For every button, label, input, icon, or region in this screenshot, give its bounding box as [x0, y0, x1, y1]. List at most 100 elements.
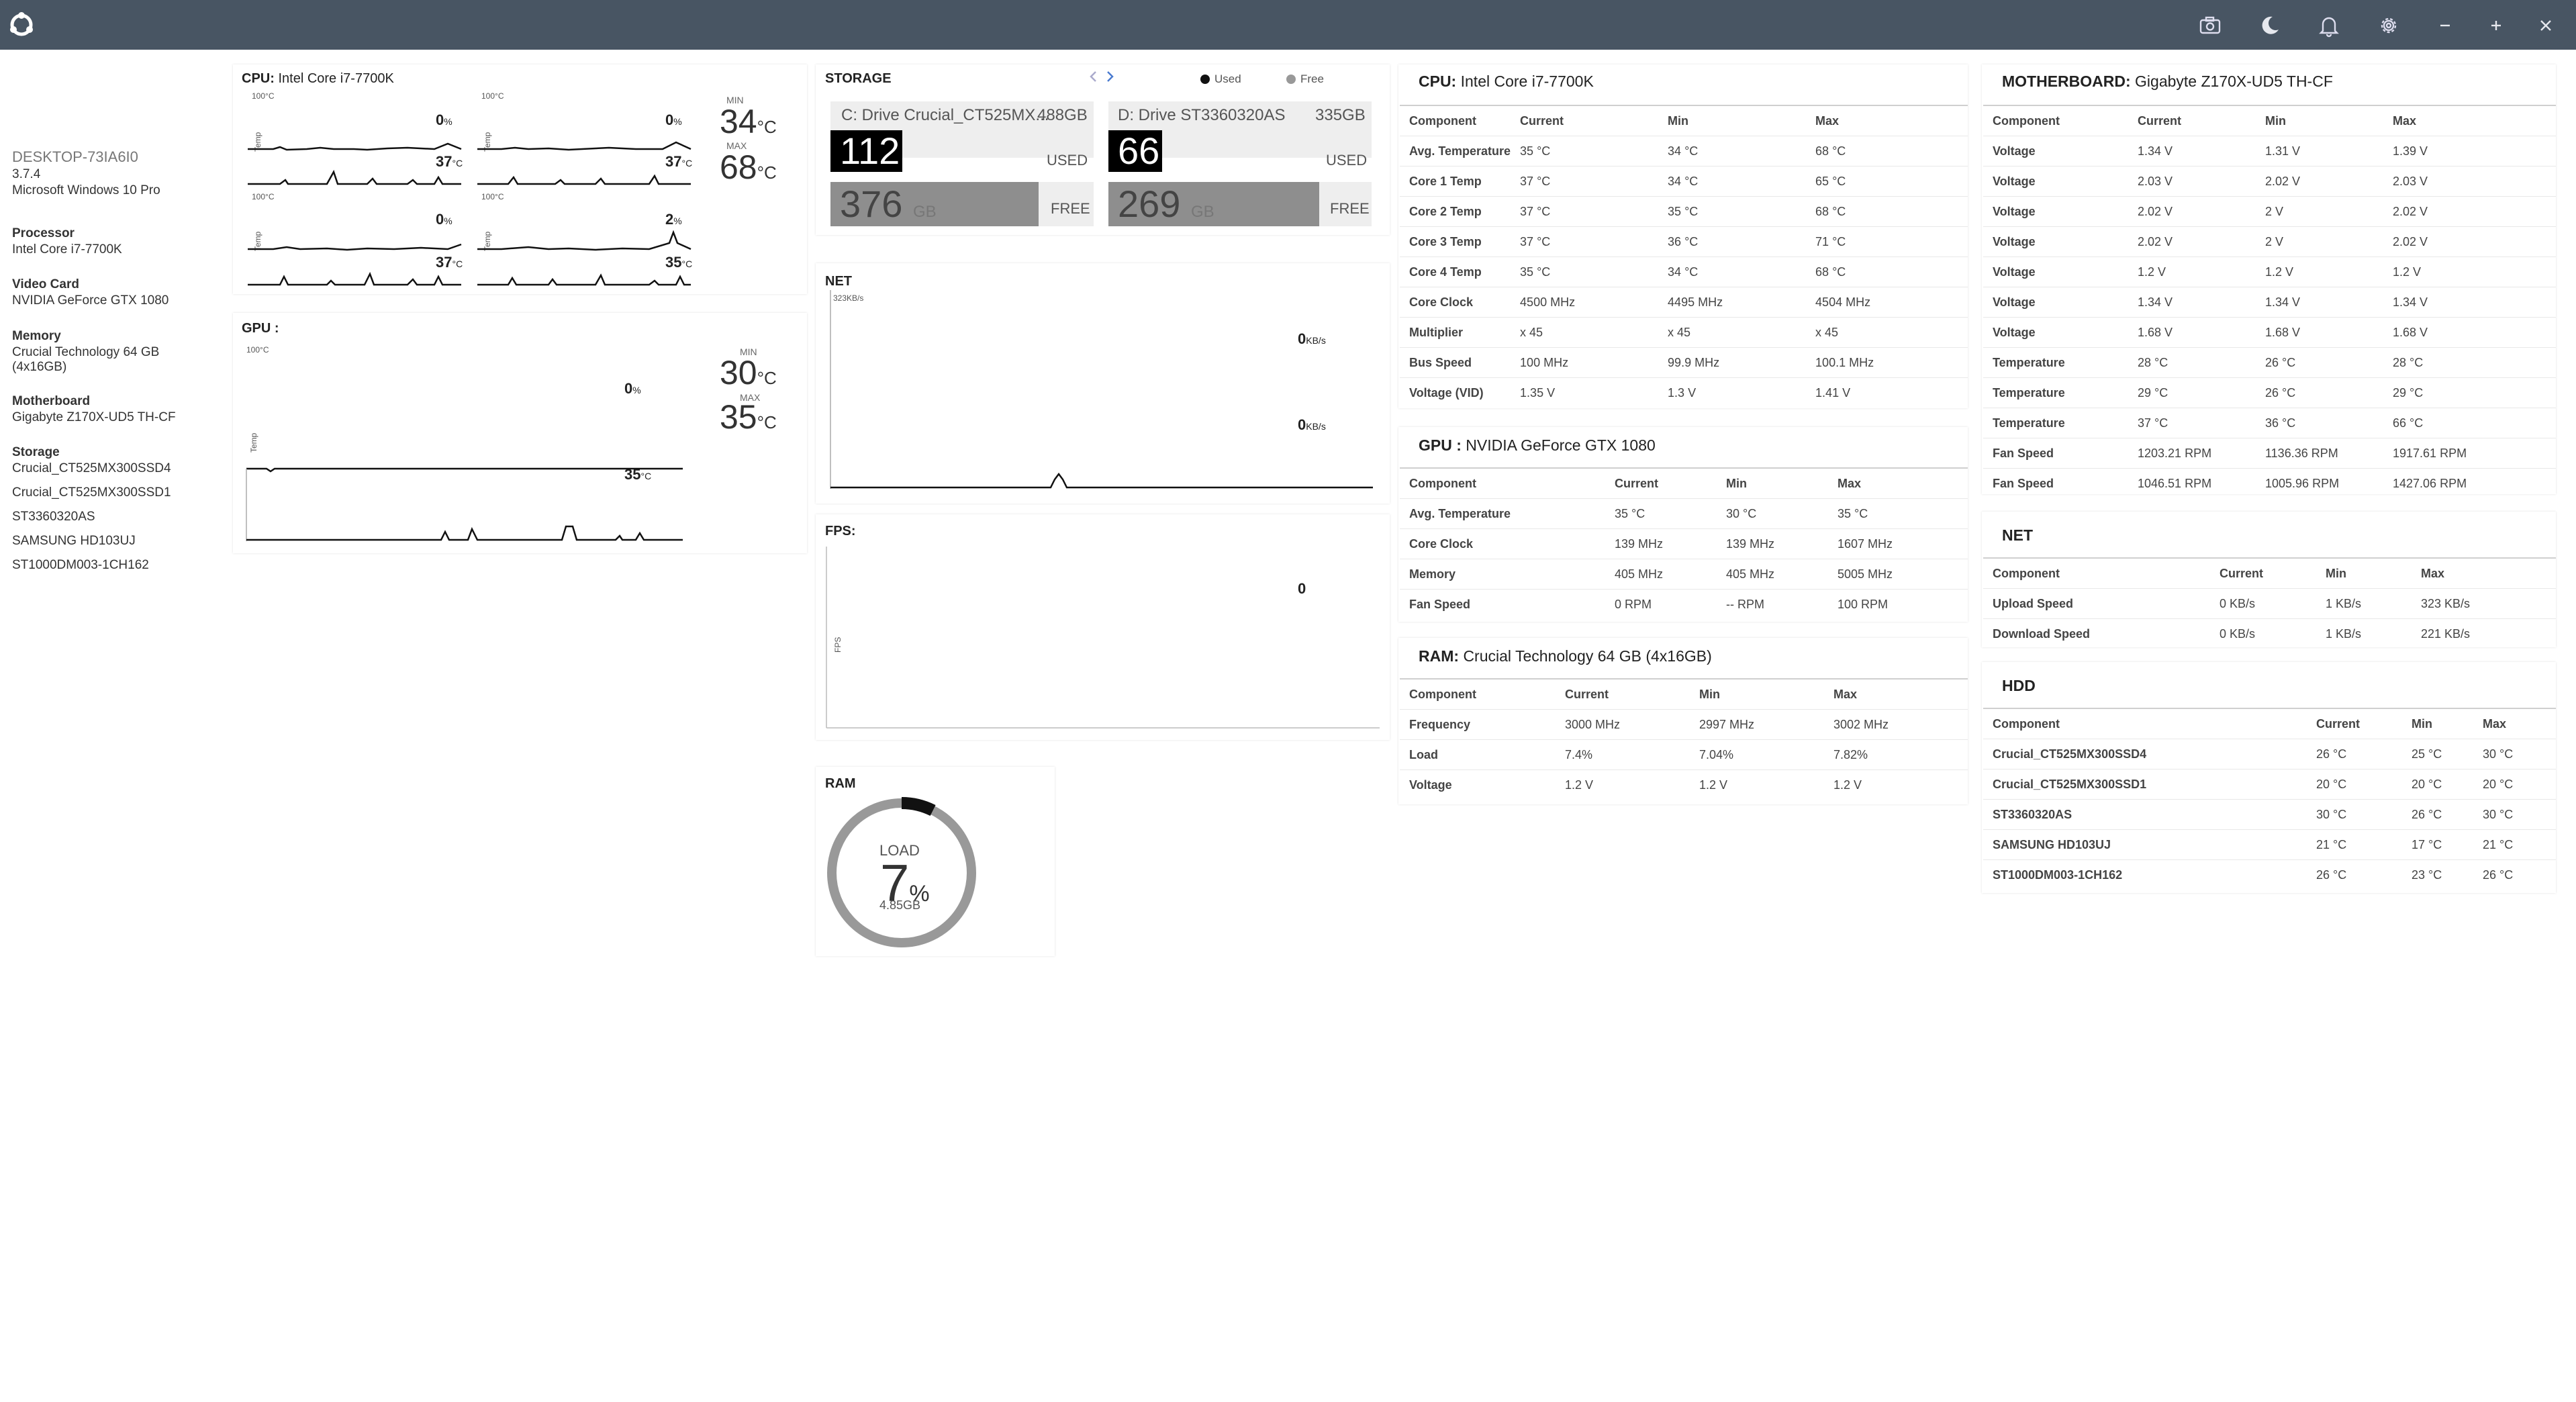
close-icon[interactable]: [2534, 13, 2558, 38]
minimize-icon[interactable]: [2433, 13, 2457, 38]
value-cell: 35 °C: [1511, 256, 1659, 287]
column-header: Current: [1511, 105, 1659, 136]
component-name-cell: Voltage: [1400, 769, 1556, 800]
value-cell: 2 V: [2256, 196, 2383, 227]
value-cell: 66 °C: [2383, 408, 2556, 438]
maximize-icon[interactable]: [2484, 13, 2508, 38]
value-cell: 34 °C: [1658, 166, 1807, 197]
app-logo-icon[interactable]: [8, 11, 35, 38]
net-table-title: NET: [2002, 526, 2033, 544]
value-cell: 1.2 V: [1690, 769, 1824, 800]
value-cell: 1.34 V: [2256, 287, 2383, 318]
motherboard-value: Gigabyte Z170X-UD5 TH-CF: [12, 410, 176, 424]
chevron-right-icon[interactable]: [1102, 68, 1118, 85]
value-cell: 1.34 V: [2128, 287, 2256, 318]
table-row: Fan Speed 0 RPM -- RPM 100 RPM: [1400, 589, 1968, 619]
table-header-row: Component Current Min Max: [1983, 708, 2556, 739]
core-temp-line: [477, 230, 691, 251]
processor-value: Intel Core i7-7700K: [12, 242, 122, 256]
gpu-table-title: GPU : NVIDIA GeForce GTX 1080: [1419, 436, 1656, 454]
net-sensor-table: Component Current Min Max Upload Speed 0 …: [1983, 557, 2556, 649]
storage-item: ST1000DM003-1CH162: [12, 558, 149, 572]
column-header: Component: [1983, 708, 2307, 739]
value-cell: 35 °C: [1511, 136, 1659, 167]
value-cell: 4500 MHz: [1511, 287, 1659, 318]
value-cell: 1.2 V: [1824, 769, 1968, 800]
app-version: 3.7.4: [12, 167, 41, 181]
storage-item: ST3360320AS: [12, 510, 95, 524]
core-temp-line: [248, 243, 462, 251]
table-row: Multiplier x 45 x 45 x 45: [1400, 317, 1968, 348]
cpu-table-title: CPU: Intel Core i7-7700K: [1419, 73, 1594, 90]
chevron-left-icon[interactable]: [1086, 68, 1102, 85]
component-name-cell: Bus Speed: [1400, 347, 1511, 378]
value-cell: 37 °C: [1511, 196, 1659, 227]
value-cell: 20 °C: [2307, 769, 2402, 800]
value-cell: 1.39 V: [2383, 136, 2556, 167]
component-name-cell: Core Clock: [1400, 287, 1511, 318]
drive-size: 335GB: [1315, 106, 1366, 124]
value-cell: 1.41 V: [1806, 377, 1968, 408]
value-cell: 1.68 V: [2383, 317, 2556, 348]
drive-used-bar: 112 GB: [830, 130, 902, 172]
drive-used-bar: 66 GB: [1108, 130, 1162, 172]
gpu-table-panel: GPU : NVIDIA GeForce GTX 1080 Component …: [1398, 427, 1968, 622]
column-header: Min: [2402, 708, 2473, 739]
column-header: Current: [2210, 557, 2316, 589]
table-row: Voltage 1.2 V 1.2 V 1.2 V: [1983, 256, 2556, 287]
value-cell: 65 °C: [1806, 166, 1968, 197]
component-name-cell: Core 2 Temp: [1400, 196, 1511, 227]
value-cell: 221 KB/s: [2412, 618, 2556, 649]
value-cell: 30 °C: [1717, 498, 1828, 529]
processor-label: Processor: [12, 226, 75, 240]
column-header: Max: [1824, 678, 1968, 710]
component-name-cell: Core Clock: [1400, 528, 1605, 559]
ram-used-value: 4.85GB: [879, 898, 921, 912]
motherboard-sensor-table: Component Current Min Max Voltage 1.34 V1…: [1983, 105, 2556, 498]
value-cell: 26 °C: [2402, 799, 2473, 830]
camera-icon[interactable]: [2198, 13, 2222, 38]
cpu-table-panel: CPU: Intel Core i7-7700K Component Curre…: [1398, 64, 1968, 408]
gear-icon[interactable]: [2377, 13, 2401, 38]
value-cell: 5005 MHz: [1828, 559, 1968, 590]
value-cell: 1005.96 RPM: [2256, 468, 2383, 498]
table-row: Temperature 37 °C 36 °C 66 °C: [1983, 408, 2556, 438]
component-name-cell: Voltage: [1983, 317, 2128, 348]
table-row: Bus Speed 100 MHz 99.9 MHz 100.1 MHz: [1400, 347, 1968, 378]
value-cell: 139 MHz: [1605, 528, 1717, 559]
table-row: Download Speed 0 KB/s 1 KB/s 221 KB/s: [1983, 618, 2556, 649]
table-row: Core 1 Temp 37 °C 34 °C 65 °C: [1400, 166, 1968, 197]
column-header: Min: [1658, 105, 1807, 136]
storage-panel-title: STORAGE: [825, 71, 892, 86]
value-cell: 25 °C: [2402, 739, 2473, 769]
component-name-cell: ST1000DM003-1CH162: [1983, 859, 2307, 890]
moon-icon[interactable]: [2258, 13, 2282, 38]
free-label: FREE: [1051, 200, 1090, 217]
value-cell: 34 °C: [1658, 136, 1807, 167]
value-cell: 28 °C: [2128, 347, 2256, 378]
gpu-graph-panel: GPU : 100°C Temp 0% 35°C MIN 30°C MAX 35…: [233, 313, 807, 553]
table-row: Core Clock 139 MHz 139 MHz 1607 MHz: [1400, 528, 1968, 559]
value-cell: 1.34 V: [2383, 287, 2556, 318]
value-cell: 1.3 V: [1658, 377, 1807, 408]
table-header-row: Component Current Min Max: [1983, 105, 2556, 136]
storage-label: Storage: [12, 445, 60, 459]
component-name-cell: Voltage (VID): [1400, 377, 1511, 408]
value-cell: 2.03 V: [2383, 166, 2556, 197]
value-cell: 1427.06 RPM: [2383, 468, 2556, 498]
value-cell: 323 KB/s: [2412, 588, 2556, 619]
value-cell: 2.02 V: [2128, 226, 2256, 257]
value-cell: 26 °C: [2473, 859, 2556, 890]
temp-max-value: 35°C: [720, 398, 777, 436]
column-header: Min: [1717, 467, 1828, 499]
table-row: Fan Speed 1046.51 RPM 1005.96 RPM 1427.06 R…: [1983, 468, 2556, 498]
cpu-sensor-table: Component Current Min Max Avg. Temperatu…: [1400, 105, 1968, 408]
value-cell: 26 °C: [2256, 377, 2383, 408]
component-name-cell: Voltage: [1983, 136, 2128, 167]
bell-icon[interactable]: [2317, 13, 2341, 38]
table-row: Upload Speed 0 KB/s 1 KB/s 323 KB/s: [1983, 588, 2556, 619]
net-line: [830, 472, 1373, 489]
value-cell: 68 °C: [1806, 256, 1968, 287]
component-name-cell: Voltage: [1983, 226, 2128, 257]
column-header: Current: [2128, 105, 2256, 136]
